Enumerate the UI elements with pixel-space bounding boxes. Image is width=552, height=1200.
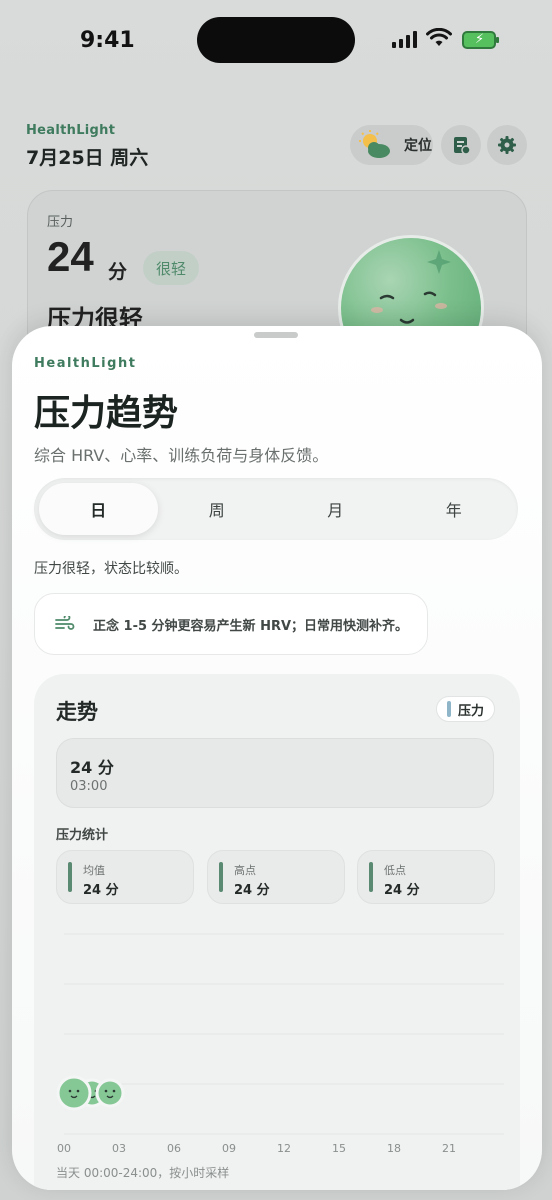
stat-low: 低点 24 分 bbox=[357, 850, 495, 904]
stat-bar bbox=[369, 862, 373, 892]
location-button[interactable]: 定位 bbox=[350, 125, 433, 165]
stat-value: 24 分 bbox=[234, 883, 270, 898]
stats-title: 压力统计 bbox=[56, 828, 109, 843]
stress-trend-chart[interactable]: 00 03 06 09 12 15 18 21 bbox=[34, 914, 520, 1190]
location-label: 定位 bbox=[404, 138, 432, 154]
weather-partly-cloudy-icon bbox=[359, 130, 390, 158]
trend-card: 走势 压力 24 分 03:00 压力统计 均值 24 分 高点 24 分 低点… bbox=[34, 674, 520, 1190]
status-bar: 9:41 ⚡ bbox=[0, 0, 552, 80]
stat-average: 均值 24 分 bbox=[56, 850, 194, 904]
stat-value: 24 分 bbox=[83, 883, 119, 898]
stress-level-badge: 很轻 bbox=[143, 251, 199, 285]
stat-key: 低点 bbox=[384, 864, 406, 877]
data-point[interactable] bbox=[56, 1075, 92, 1111]
period-segmented-control: 日 周 月 年 bbox=[34, 478, 518, 540]
stress-unit: 分 bbox=[108, 261, 128, 283]
report-button[interactable] bbox=[441, 125, 481, 165]
x-tick-label: 09 bbox=[222, 1142, 236, 1155]
tip-card: 正念 1-5 分钟更容易产生新 HRV；日常用快测补齐。 bbox=[34, 593, 428, 655]
tab-month[interactable]: 月 bbox=[276, 483, 395, 535]
report-icon bbox=[454, 137, 471, 155]
x-tick-label: 06 bbox=[167, 1142, 181, 1155]
dynamic-island bbox=[197, 17, 355, 63]
x-tick-label: 15 bbox=[332, 1142, 346, 1155]
stat-value: 24 分 bbox=[384, 883, 420, 898]
x-tick-label: 03 bbox=[112, 1142, 126, 1155]
current-date: 7月25日 周六 bbox=[26, 147, 149, 169]
stress-label: 压力 bbox=[47, 215, 74, 230]
app-brand: HealthLight bbox=[26, 123, 116, 138]
trend-title: 走势 bbox=[56, 700, 98, 724]
wifi-icon bbox=[426, 28, 452, 46]
wind-icon bbox=[55, 616, 75, 630]
page-title: 压力趋势 bbox=[34, 393, 179, 434]
sheet-brand: HealthLight bbox=[34, 356, 137, 371]
selected-point-readout: 24 分 03:00 bbox=[56, 738, 494, 808]
x-tick-label: 21 bbox=[442, 1142, 456, 1155]
tab-week[interactable]: 周 bbox=[158, 483, 277, 535]
battery-charging-icon: ⚡ bbox=[462, 31, 499, 49]
stat-key: 高点 bbox=[234, 864, 256, 877]
stat-high: 高点 24 分 bbox=[207, 850, 345, 904]
sheet-grabber[interactable] bbox=[254, 332, 298, 338]
page-subtitle: 综合 HRV、心率、训练负荷与身体反馈。 bbox=[34, 446, 329, 465]
legend-stress[interactable]: 压力 bbox=[436, 696, 496, 722]
stat-key: 均值 bbox=[83, 864, 105, 877]
legend-label: 压力 bbox=[458, 703, 485, 719]
readout-value: 24 分 bbox=[70, 758, 114, 777]
stress-trend-sheet: HealthLight 压力趋势 综合 HRV、心率、训练负荷与身体反馈。 日 … bbox=[12, 326, 542, 1190]
settings-button[interactable] bbox=[487, 125, 527, 165]
tab-day[interactable]: 日 bbox=[39, 483, 158, 535]
chart-footnote: 当天 00:00-24:00，按小时采样 bbox=[56, 1166, 230, 1180]
stress-status-text: 压力很轻，状态比较顺。 bbox=[34, 561, 188, 577]
stat-bar bbox=[219, 862, 223, 892]
stress-score: 24 bbox=[47, 233, 94, 280]
data-point[interactable] bbox=[95, 1078, 125, 1108]
x-tick-label: 00 bbox=[57, 1142, 71, 1155]
legend-swatch bbox=[447, 701, 451, 717]
gear-icon bbox=[498, 136, 516, 154]
tab-year[interactable]: 年 bbox=[395, 483, 514, 535]
cellular-signal-icon bbox=[392, 30, 417, 48]
readout-time: 03:00 bbox=[70, 779, 108, 794]
tip-text: 正念 1-5 分钟更容易产生新 HRV；日常用快测补齐。 bbox=[93, 618, 409, 634]
x-tick-label: 12 bbox=[277, 1142, 291, 1155]
x-tick-label: 18 bbox=[387, 1142, 401, 1155]
stat-bar bbox=[68, 862, 72, 892]
status-time: 9:41 bbox=[80, 28, 135, 53]
